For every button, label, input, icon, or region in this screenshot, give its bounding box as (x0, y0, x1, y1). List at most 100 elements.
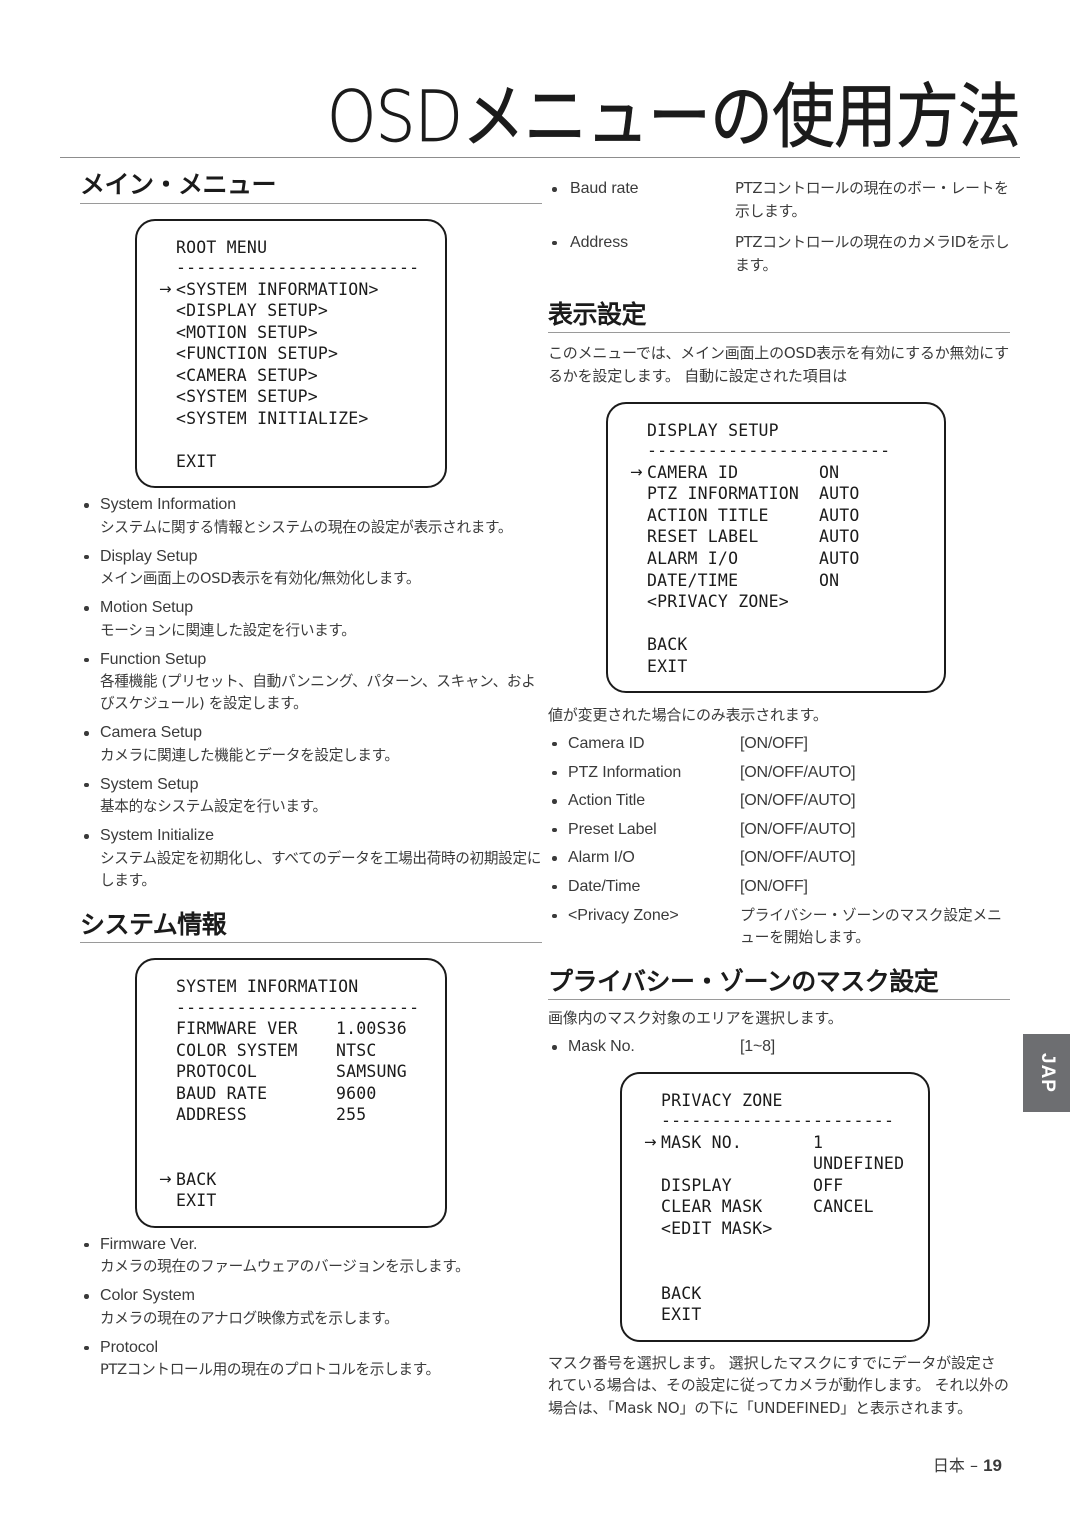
osd-menu-row[interactable] (644, 1261, 906, 1283)
list-item: Camera ID [ON/OFF] (548, 733, 1010, 755)
list-item-value: [ON/OFF] (740, 734, 808, 752)
osd-menu-row[interactable]: PROTOCOL SAMSUNG (159, 1061, 423, 1083)
arrow-placeholder (644, 1283, 661, 1305)
page-header: OSDメニューの使用方法 (60, 58, 1021, 158)
osd-menu-row[interactable] (159, 1126, 423, 1148)
osd-menu-row[interactable]: PTZ INFORMATION AUTO (630, 483, 922, 505)
bullet-icon (84, 1345, 89, 1351)
bullet-icon (84, 554, 89, 560)
list-item-term: Alarm I/O (568, 849, 635, 867)
osd-menu-row[interactable]: UNDEFINED (644, 1153, 906, 1175)
list-item-term: System Setup (100, 775, 199, 793)
list-item-description: 基本的なシステム設定を行います。 (100, 798, 327, 816)
osd-menu-row[interactable]: EXIT (159, 451, 423, 473)
osd-menu-row[interactable] (159, 429, 423, 451)
language-tab-label: JAP (1036, 1053, 1058, 1093)
osd-menu-row[interactable]: BACK (630, 634, 922, 656)
bullet-icon (84, 834, 89, 839)
osd-menu-row[interactable] (644, 1240, 906, 1262)
osd-menu-row[interactable]: DATE/TIME ON (630, 570, 922, 592)
osd-menu-label: PROTOCOL (176, 1062, 258, 1082)
list-item-value: [ON/OFF/AUTO] (740, 820, 856, 838)
osd-menu-label: BACK (647, 635, 688, 655)
osd-menu-value: AUTO (819, 505, 860, 525)
osd-menu-row[interactable]: EXIT (159, 1190, 423, 1212)
osd-menu-label: FIRMWARE VER (176, 1019, 298, 1039)
osd-menu-row[interactable]: DISPLAY OFF (644, 1175, 906, 1197)
selection-arrow-icon: → (630, 462, 643, 481)
osd-menu-row[interactable]: → <SYSTEM INFORMATION> (159, 279, 423, 301)
osd-menu-row[interactable]: COLOR SYSTEM NTSC (159, 1040, 423, 1062)
osd-menu-value: 1.00S36 (336, 1019, 407, 1039)
privacy-intro-text: 画像内のマスク対象のエリアを選択します。 (548, 1009, 843, 1028)
list-item-description: システムに関する情報とシステムの現在の設定が表示されます。 (100, 518, 513, 536)
list-item-term: Date/Time (568, 877, 641, 895)
heading-text: メイン・メニュー (80, 170, 277, 199)
arrow-placeholder (630, 505, 647, 527)
list-item-description: カメラに関連した機能とデータを設定します。 (100, 746, 399, 764)
list-item: Motion Setup モーションに関連した設定を行います。 (80, 597, 542, 641)
list-item-term: Baud rate (570, 180, 639, 197)
arrow-placeholder (644, 1175, 661, 1197)
list-item-description: PTZコントロールの現在のボー・レートを示します。 (735, 180, 1009, 220)
osd-menu-value: AUTO (819, 548, 860, 568)
bullet-icon (552, 187, 557, 192)
selection-arrow-icon: → (159, 1169, 172, 1188)
bullet-icon (84, 782, 89, 788)
osd-menu-row[interactable]: BAUD RATE 9600 (159, 1083, 423, 1105)
osd-dashed-separator: ------------------------ (176, 258, 420, 278)
osd-menu-row[interactable]: ALARM I/O AUTO (630, 548, 922, 570)
osd-menu-value: CANCEL (813, 1197, 874, 1217)
osd-menu-row[interactable] (159, 1147, 423, 1169)
list-item-value: [ON/OFF] (740, 877, 808, 895)
osd-menu-row[interactable]: FIRMWARE VER 1.00S36 (159, 1018, 423, 1040)
arrow-placeholder (630, 483, 647, 505)
osd-menu-row[interactable]: <FUNCTION SETUP> (159, 343, 423, 365)
osd-box-system-information: SYSTEM INFORMATION ---------------------… (135, 958, 447, 1228)
osd-menu-row[interactable]: <CAMERA SETUP> (159, 365, 423, 387)
osd-menu-row[interactable]: EXIT (630, 656, 922, 678)
osd-menu-label (661, 1153, 813, 1175)
bullet-icon (84, 503, 89, 508)
osd-menu-row[interactable]: <MOTION SETUP> (159, 322, 423, 344)
bullet-icon (552, 884, 557, 890)
bullet-icon (552, 1045, 557, 1050)
list-item-term: Display Setup (100, 547, 198, 565)
arrow-placeholder (630, 570, 647, 592)
arrow-placeholder (159, 451, 176, 473)
osd-menu-row[interactable]: <SYSTEM INITIALIZE> (159, 408, 423, 430)
osd-menu-row[interactable] (630, 613, 922, 635)
osd-menu-row[interactable]: → MASK NO. 1 (644, 1132, 906, 1154)
arrow-placeholder (630, 591, 647, 613)
list-item: Address PTZコントロールの現在のカメラIDを示します。 (548, 232, 1010, 278)
osd-menu-row[interactable]: ACTION TITLE AUTO (630, 505, 922, 527)
list-item-description: モーションに関連した設定を行います。 (100, 621, 356, 639)
osd-menu-row[interactable]: EXIT (644, 1304, 906, 1326)
arrow-placeholder (159, 1190, 176, 1212)
osd-menu-label: BACK (176, 1169, 217, 1189)
osd-menu-row[interactable]: RESET LABEL AUTO (630, 526, 922, 548)
arrow-placeholder (630, 548, 647, 570)
osd-menu-row[interactable]: <EDIT MASK> (644, 1218, 906, 1240)
osd-menu-row[interactable]: → CAMERA ID ON (630, 462, 922, 484)
right-column: Baud rate PTZコントロールの現在のボー・レートを示します。 Addres… (548, 170, 1010, 1420)
list-item-term: Mask No. (568, 1038, 635, 1056)
osd-menu-row[interactable]: <DISPLAY SETUP> (159, 300, 423, 322)
list-item-term: Camera ID (568, 734, 645, 752)
arrow-placeholder (159, 1018, 176, 1040)
osd-menu-label (661, 1240, 813, 1262)
osd-menu-row[interactable]: CLEAR MASK CANCEL (644, 1196, 906, 1218)
osd-menu-label: <EDIT MASK> (661, 1218, 773, 1238)
osd-menu-value: AUTO (819, 527, 860, 547)
osd-menu-row[interactable]: ADDRESS 255 (159, 1104, 423, 1126)
osd-menu-row[interactable]: <PRIVACY ZONE> (630, 591, 922, 613)
osd-menu-row[interactable]: → BACK (159, 1169, 423, 1191)
list-item-value: [ON/OFF/AUTO] (740, 792, 856, 810)
arrow-placeholder (644, 1196, 661, 1218)
osd-menu-row[interactable]: <SYSTEM SETUP> (159, 386, 423, 408)
osd-menu-row[interactable]: BACK (644, 1283, 906, 1305)
privacy-note-text: マスク番号を選択します。 選択したマスクにすでにデータが設定されている場合は、そ… (548, 1353, 1009, 1418)
section-privacy-heading: プライバシー・ゾーンのマスク設定 (548, 967, 1010, 1001)
osd-menu-label: <SYSTEM INFORMATION> (176, 279, 379, 299)
osd-menu-label: RESET LABEL (647, 527, 759, 547)
